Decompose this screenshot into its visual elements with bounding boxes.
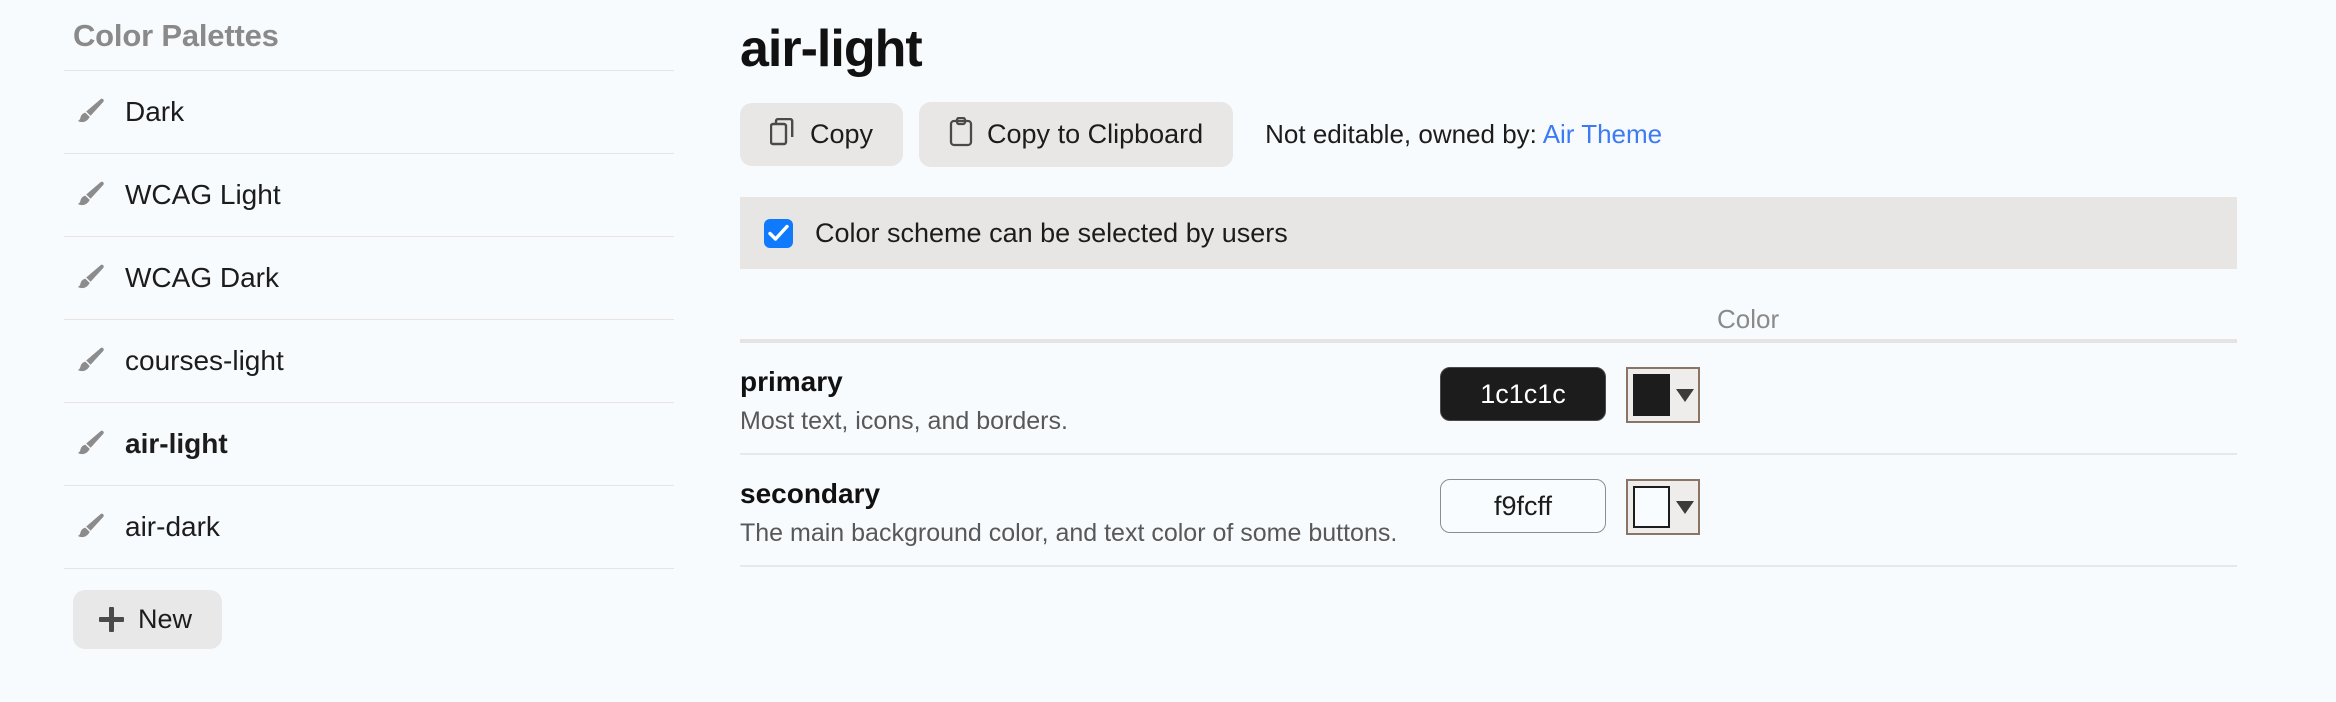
palette-item-label: Dark <box>125 96 185 127</box>
table-row: primary Most text, icons, and borders. <box>740 343 2237 455</box>
paintbrush-icon <box>73 427 125 461</box>
column-header-color: Color <box>1717 304 1780 334</box>
paintbrush-icon <box>73 261 125 295</box>
table-row: secondary The main background color, and… <box>740 455 2237 567</box>
color-table-header: Color <box>740 275 2237 343</box>
color-table-body: primary Most text, icons, and borders. s… <box>740 343 2237 567</box>
sidebar-heading: Color Palettes <box>73 18 279 53</box>
scheme-selectable-label: Color scheme can be selected by users <box>815 217 1288 248</box>
chevron-down-icon <box>1676 388 1694 402</box>
palette-list-item-air-dark[interactable]: air-dark <box>64 486 674 569</box>
color-table: Color primary Most text, icons, and bord… <box>740 275 2237 567</box>
color-swatch-picker[interactable] <box>1626 479 1700 535</box>
scheme-selectable-bar: Color scheme can be selected by users <box>740 197 2237 269</box>
copy-documents-icon <box>769 117 796 151</box>
palette-detail-panel: air-light Copy Copy to Clipboard Not edi… <box>700 0 2336 702</box>
plus-icon <box>99 607 124 632</box>
app-root: Color Palettes Dark WCAG Light WCAG Dark… <box>0 0 2336 702</box>
copy-button-label: Copy <box>810 119 874 149</box>
color-hex-input[interactable] <box>1440 479 1606 533</box>
owner-link[interactable]: Air Theme <box>1543 119 1662 149</box>
clipboard-icon <box>949 116 973 152</box>
paintbrush-icon <box>73 95 125 129</box>
copy-to-clipboard-label: Copy to Clipboard <box>987 119 1204 149</box>
color-row-name: primary <box>740 366 843 397</box>
palette-item-label: air-light <box>125 428 228 459</box>
palette-list-item-courses-light[interactable]: courses-light <box>64 320 674 403</box>
new-palette-button[interactable]: New <box>73 590 223 649</box>
color-row-description: Most text, icons, and borders. <box>740 407 1068 435</box>
paintbrush-icon <box>73 178 125 212</box>
color-swatch <box>1633 486 1670 528</box>
copy-button[interactable]: Copy <box>740 103 904 166</box>
checkmark-icon <box>768 224 789 241</box>
palette-list-item-wcag-light[interactable]: WCAG Light <box>64 154 674 237</box>
color-row-info: primary Most text, icons, and borders. <box>740 365 1440 437</box>
palette-item-label: WCAG Light <box>125 179 281 210</box>
color-row-name: secondary <box>740 478 881 509</box>
page-title: air-light <box>740 20 923 78</box>
color-row-controls <box>1440 365 1960 423</box>
color-row-description: The main background color, and text colo… <box>740 519 1398 547</box>
color-hex-input[interactable] <box>1440 367 1606 421</box>
paintbrush-icon <box>73 510 125 544</box>
palette-item-label: WCAG Dark <box>125 262 279 293</box>
palette-list: Dark WCAG Light WCAG Dark courses-light … <box>64 70 674 569</box>
paintbrush-icon <box>73 344 125 378</box>
palette-list-item-air-light[interactable]: air-light <box>64 403 674 486</box>
ownership-note: Not editable, owned by: Air Theme <box>1265 119 1662 150</box>
chevron-down-icon <box>1676 500 1694 514</box>
color-row-controls <box>1440 477 1960 535</box>
color-swatch-picker[interactable] <box>1626 367 1700 423</box>
palette-list-item-wcag-dark[interactable]: WCAG Dark <box>64 237 674 320</box>
color-palettes-sidebar: Color Palettes Dark WCAG Light WCAG Dark… <box>0 0 700 702</box>
ownership-note-text: Not editable, owned by: <box>1265 119 1543 149</box>
copy-to-clipboard-button[interactable]: Copy to Clipboard <box>919 102 1234 167</box>
new-palette-label: New <box>138 604 193 634</box>
color-swatch <box>1633 374 1670 416</box>
palette-toolbar: Copy Copy to Clipboard Not editable, own… <box>740 102 2237 167</box>
color-row-info: secondary The main background color, and… <box>740 477 1440 549</box>
palette-list-item-dark[interactable]: Dark <box>64 71 674 154</box>
scheme-selectable-checkbox[interactable] <box>764 218 793 248</box>
palette-item-label: air-dark <box>125 511 220 542</box>
palette-item-label: courses-light <box>125 345 284 376</box>
